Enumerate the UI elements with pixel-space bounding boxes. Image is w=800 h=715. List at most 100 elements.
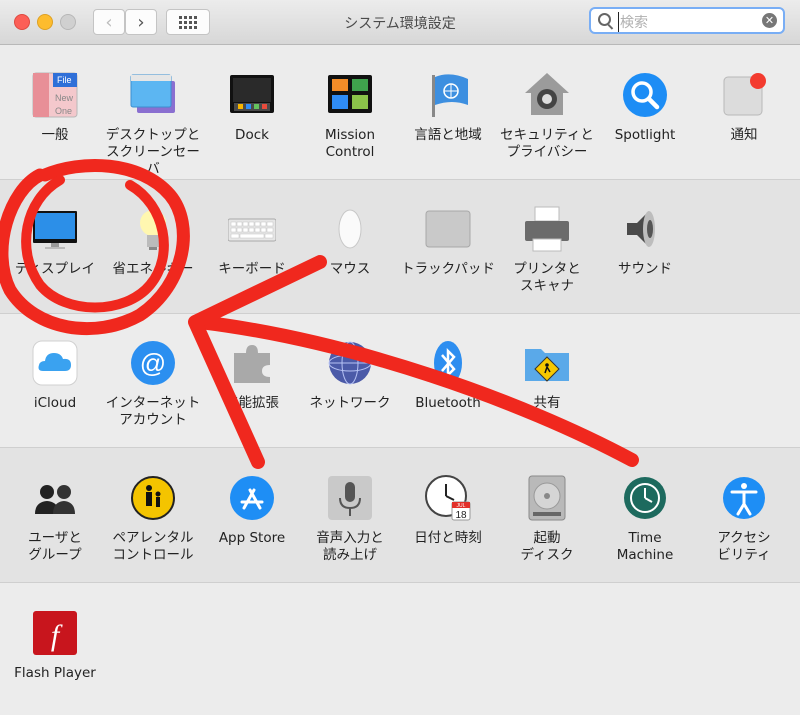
pref-label: 音声入力と 読み上げ (316, 530, 384, 563)
pref-sound[interactable]: サウンド (595, 205, 695, 278)
pref-label: 共有 (533, 395, 561, 411)
pref-label: 一般 (41, 127, 69, 143)
pref-label: Bluetooth (415, 395, 481, 411)
pref-accessibility[interactable]: アクセシ ビリティ (694, 474, 794, 564)
pref-internet-accounts[interactable]: @ インターネット アカウント (103, 339, 203, 429)
icloud-icon (31, 339, 79, 387)
extensions-icon (228, 339, 276, 387)
pref-label: Mission Control (324, 127, 376, 160)
pref-label: プリンタと スキャナ (513, 261, 581, 294)
title-bar: ‹ › システム環境設定 検索 ✕ (0, 0, 800, 45)
mouse-icon (326, 205, 374, 253)
pref-bluetooth[interactable]: Bluetooth (398, 339, 498, 412)
keyboard-icon (227, 205, 277, 253)
dictation-speech-icon (326, 474, 374, 522)
users-groups-icon (31, 474, 79, 522)
pref-label: 起動 ディスク (520, 530, 574, 563)
bluetooth-icon (424, 339, 472, 387)
accessibility-icon (720, 474, 768, 522)
pref-label: サウンド (618, 261, 672, 277)
pref-app-store[interactable]: App Store (202, 474, 302, 547)
pref-parental-controls[interactable]: ペアレンタル コントロール (103, 474, 203, 564)
pref-label: iCloud (33, 395, 77, 411)
pref-network[interactable]: ネットワーク (300, 339, 400, 412)
pref-label: Time Machine (616, 530, 674, 563)
pref-mouse[interactable]: マウス (300, 205, 400, 278)
language-region-icon (424, 71, 472, 119)
printer-scanner-icon (523, 205, 571, 253)
internet-accounts-icon: @ (129, 339, 177, 387)
pref-printers-scanners[interactable]: プリンタと スキャナ (497, 205, 597, 295)
sound-icon (621, 205, 669, 253)
svg-text:New: New (55, 93, 74, 103)
pref-label: トラックパッド (401, 261, 495, 277)
network-icon (326, 339, 374, 387)
pref-label: 言語と地域 (414, 127, 482, 143)
date-time-icon: JUL 18 (424, 474, 472, 522)
pref-date-time[interactable]: JUL 18 日付と時刻 (398, 474, 498, 547)
pref-keyboard[interactable]: キーボード (202, 205, 302, 278)
pref-label: Spotlight (614, 127, 676, 143)
desktop-screensaver-icon (129, 71, 177, 119)
pref-icloud[interactable]: iCloud (5, 339, 105, 412)
pref-notifications[interactable]: 通知 (694, 71, 794, 144)
pref-label: キーボード (218, 261, 286, 277)
security-privacy-icon (523, 71, 571, 119)
pref-label: ネットワーク (309, 395, 391, 411)
sharing-icon (523, 339, 571, 387)
pref-label: App Store (218, 530, 286, 546)
mission-control-icon (326, 71, 374, 119)
pref-users-groups[interactable]: ユーザと グループ (5, 474, 105, 564)
pref-label: マウス (329, 261, 371, 277)
pref-sharing[interactable]: 共有 (497, 339, 597, 412)
pref-label: 通知 (730, 127, 758, 143)
pref-general[interactable]: File New One 一般 (5, 71, 105, 144)
pref-dock[interactable]: Dock (202, 71, 302, 144)
pref-label: セキュリティと プライバシー (500, 127, 594, 160)
pref-label: インターネット アカウント (105, 395, 201, 428)
parental-controls-icon (129, 474, 177, 522)
pref-label: Dock (235, 127, 269, 143)
pref-label: Flash Player (14, 665, 96, 681)
pref-label: デスクトップと スクリーンセーバ (105, 127, 201, 177)
pref-language-region[interactable]: 言語と地域 (398, 71, 498, 144)
pref-extensions[interactable]: 機能拡張 (202, 339, 302, 412)
pref-label: 機能拡張 (225, 395, 279, 411)
pref-desktop-screensaver[interactable]: デスクトップと スクリーンセーバ (103, 71, 203, 178)
pref-dictation-speech[interactable]: 音声入力と 読み上げ (300, 474, 400, 564)
trackpad-icon (424, 205, 472, 253)
energy-saver-icon (129, 205, 177, 253)
pref-mission-control[interactable]: Mission Control (300, 71, 400, 161)
display-icon (31, 205, 79, 253)
search-icon (598, 13, 611, 26)
svg-text:File: File (57, 75, 72, 85)
pref-label: 省エネルギー (112, 261, 194, 277)
svg-text:18: 18 (455, 510, 467, 521)
pref-energy-saver[interactable]: 省エネルギー (103, 205, 203, 278)
pref-row-other (0, 583, 800, 715)
spotlight-icon (621, 71, 669, 119)
pref-label: ユーザと グループ (28, 530, 82, 563)
pref-label: アクセシ ビリティ (717, 530, 771, 563)
pref-security-privacy[interactable]: セキュリティと プライバシー (497, 71, 597, 161)
app-store-icon (228, 474, 276, 522)
svg-text:@: @ (140, 348, 166, 378)
clear-search-icon[interactable]: ✕ (762, 13, 777, 28)
pref-trackpad[interactable]: トラックパッド (398, 205, 498, 278)
pref-time-machine[interactable]: Time Machine (595, 474, 695, 564)
search-field[interactable]: 検索 ✕ (589, 7, 785, 34)
startup-disk-icon (523, 474, 571, 522)
pref-startup-disk[interactable]: 起動 ディスク (497, 474, 597, 564)
time-machine-icon (621, 474, 669, 522)
general-icon: File New One (31, 71, 79, 119)
pref-spotlight[interactable]: Spotlight (595, 71, 695, 144)
dock-icon (228, 71, 276, 119)
svg-text:JUL: JUL (457, 503, 466, 509)
search-input[interactable]: 検索 (618, 12, 648, 32)
notifications-icon (720, 71, 768, 119)
pref-label: ペアレンタル コントロール (112, 530, 194, 563)
flash-player-icon: f (31, 609, 79, 657)
pref-flash-player[interactable]: f Flash Player (5, 609, 105, 682)
pref-label: 日付と時刻 (414, 530, 482, 546)
pref-display[interactable]: ディスプレイ (5, 205, 105, 278)
